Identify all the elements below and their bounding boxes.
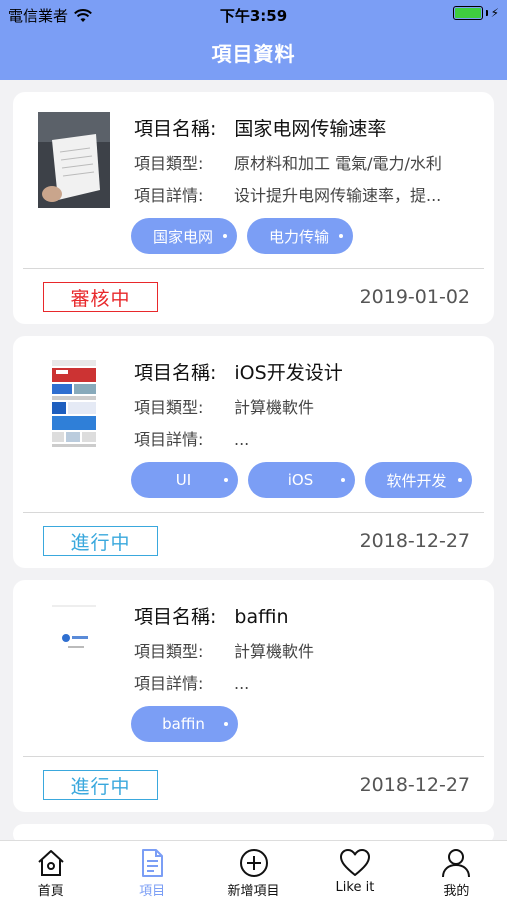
detail-label: 項目詳情:	[134, 430, 204, 449]
divider	[23, 512, 484, 513]
tab-home[interactable]: 首頁	[0, 841, 101, 900]
tag-chip[interactable]: 电力传输	[247, 218, 354, 254]
tab-label: Like it	[335, 880, 375, 895]
tab-like[interactable]: Like it	[304, 841, 405, 900]
tab-label: 首頁	[37, 884, 64, 899]
tag-chip[interactable]: 国家电网	[131, 218, 238, 254]
tab-label: 新增項目	[227, 884, 280, 899]
status-badge: 進行中	[43, 770, 158, 800]
tag-chip[interactable]: iOS	[248, 462, 355, 498]
tab-label: 項目	[139, 884, 166, 899]
tag-list: 国家电网 电力传输	[131, 218, 354, 254]
project-type-row: 項目類型: 計算機軟件	[134, 638, 479, 662]
battery-icon: ⚡	[452, 6, 499, 20]
project-detail: 设计提升电网传输速率，提...	[234, 186, 442, 205]
home-icon	[38, 850, 64, 876]
project-name-row: 項目名稱: 国家电网传输速率	[134, 114, 386, 141]
name-label: 項目名稱:	[134, 118, 217, 140]
project-card[interactable]: 項目名稱: baffin 項目類型: 計算機軟件 項目詳情:... baffin 進…	[13, 580, 494, 812]
add-circle-icon	[239, 849, 268, 877]
project-detail: ...	[234, 674, 250, 693]
tag-chip[interactable]: baffin	[131, 706, 238, 742]
status-badge: 進行中	[43, 526, 158, 556]
status-time: 下午3:59	[219, 7, 288, 25]
status-badge: 審核中	[43, 282, 158, 312]
project-type-row: 項目類型: 計算機軟件	[134, 394, 479, 418]
tab-label: 我的	[443, 884, 470, 899]
top-header: 電信業者 下午3:59 ⚡ 項目資料	[0, 0, 507, 80]
heart-icon	[339, 849, 370, 876]
project-detail-row: 項目詳情:...	[134, 670, 479, 694]
project-card[interactable]: 項目名稱: 国家电网传输速率 項目類型: 原材料和加工 電氣/電力/水利 項目詳情:…	[13, 92, 494, 324]
project-name: iOS开发设计	[234, 362, 343, 384]
project-name-row: 項目名稱: baffin	[134, 602, 289, 629]
divider	[23, 268, 484, 269]
project-detail-row: 項目詳情:...	[134, 426, 479, 450]
tab-me[interactable]: 我的	[406, 841, 507, 900]
tag-list: UI iOS 软件开发	[131, 462, 472, 498]
project-thumbnail	[38, 112, 110, 208]
project-date: 2018-12-27	[359, 774, 470, 796]
project-type: 計算機軟件	[234, 642, 315, 661]
tag-chip[interactable]: 软件开发	[365, 462, 472, 498]
person-icon	[442, 849, 471, 878]
project-name: 国家电网传输速率	[234, 118, 387, 140]
type-label: 項目類型:	[134, 642, 204, 661]
detail-label: 項目詳情:	[134, 186, 204, 205]
project-type: 計算機軟件	[234, 398, 315, 417]
type-label: 項目類型:	[134, 398, 204, 417]
project-date: 2018-12-27	[359, 530, 470, 552]
type-label: 項目類型:	[134, 154, 204, 173]
document-icon	[142, 849, 164, 877]
project-type: 原材料和加工 電氣/電力/水利	[234, 154, 442, 173]
divider	[23, 756, 484, 757]
project-thumbnail	[38, 600, 110, 696]
project-detail: ...	[234, 430, 250, 449]
page-title: 項目資料	[211, 42, 296, 66]
project-card[interactable]: 項目名稱: iOS开发设计 項目類型: 計算機軟件 項目詳情:... UI iOS …	[13, 336, 494, 568]
status-bar: 電信業者 下午3:59 ⚡	[0, 0, 507, 28]
project-type-row: 項目類型: 原材料和加工 電氣/電力/水利	[134, 150, 479, 174]
name-label: 項目名稱:	[134, 606, 217, 628]
tab-bar: 首頁 項目 新增項目 Like it 我的	[0, 840, 507, 900]
project-name: baffin	[234, 606, 289, 628]
tab-add-project[interactable]: 新增項目	[203, 841, 304, 900]
name-label: 項目名稱:	[134, 362, 217, 384]
project-name-row: 項目名稱: iOS开发设计	[134, 358, 343, 385]
tab-projects[interactable]: 項目	[101, 841, 202, 900]
project-thumbnail	[38, 356, 110, 452]
project-detail-row: 項目詳情: 设计提升电网传输速率，提...	[134, 182, 479, 206]
tag-list: baffin	[131, 706, 238, 742]
project-date: 2019-01-02	[359, 286, 470, 308]
detail-label: 項目詳情:	[134, 674, 204, 693]
tag-chip[interactable]: UI	[131, 462, 238, 498]
